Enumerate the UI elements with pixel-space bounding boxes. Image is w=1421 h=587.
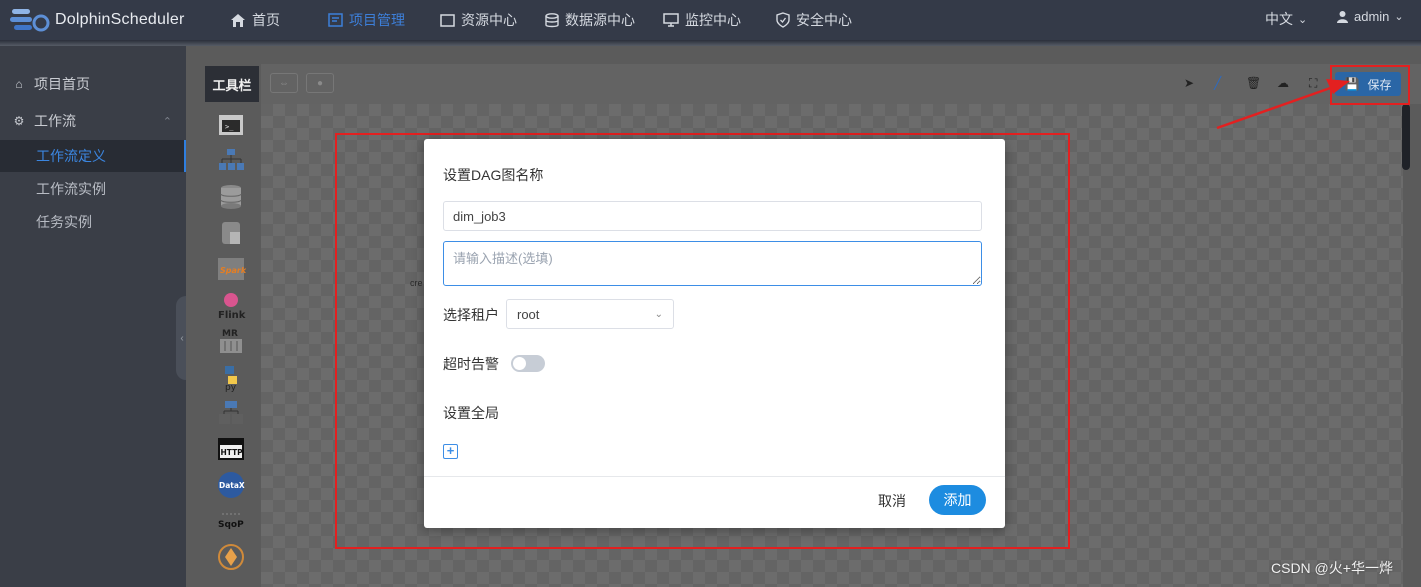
sidebar: ⌂ 项目首页 ⚙ 工作流 ⌃ 工作流定义 工作流实例 任务实例 xyxy=(0,46,186,587)
sidebar-item-task-instance[interactable]: 任务实例 xyxy=(0,206,186,238)
add-button[interactable]: 添加 xyxy=(929,485,986,515)
nav-monitor-center-label: 监控中心 xyxy=(685,12,741,28)
home-icon xyxy=(231,13,245,27)
fullscreen-icon[interactable]: ⛶ xyxy=(1309,76,1317,91)
set-dag-name-dialog: 设置DAG图名称 选择租户 root ⌄ 超时告警 设置全局 + 取消 添加 xyxy=(424,139,1005,528)
global-params-label: 设置全局 xyxy=(443,405,499,421)
timeout-alarm-toggle[interactable] xyxy=(511,355,545,372)
nav-datasource-center-label: 数据源中心 xyxy=(565,12,635,28)
user-menu[interactable]: admin ⌄ xyxy=(1336,9,1404,24)
annotation-box-save xyxy=(1330,65,1410,105)
fold-button[interactable]: ⇔ xyxy=(270,73,298,93)
home-icon: ⌂ xyxy=(15,77,23,91)
add-global-param-icon[interactable]: + xyxy=(443,444,458,459)
sidebar-item-workflow-definition[interactable]: 工作流定义 xyxy=(0,140,186,172)
chevron-down-icon: ⌄ xyxy=(654,308,663,320)
mr-task-label: MR xyxy=(222,329,238,339)
sidebar-item-workflow[interactable]: ⚙ 工作流 ⌃ xyxy=(0,105,186,137)
datax-task-icon[interactable]: DataX xyxy=(216,470,246,500)
cancel-button[interactable]: 取消 xyxy=(878,491,906,511)
nav-resource-center[interactable]: 资源中心 xyxy=(440,10,517,30)
folder-icon xyxy=(440,13,455,27)
monitor-icon xyxy=(663,13,679,27)
toggle-knob xyxy=(513,357,526,370)
sidebar-item-workflow-instance[interactable]: 工作流实例 xyxy=(0,173,186,205)
username: admin xyxy=(1354,9,1390,24)
delete-icon[interactable]: 🗑 xyxy=(1246,76,1261,90)
dependent-task-icon[interactable] xyxy=(216,398,246,428)
tenant-select[interactable]: root ⌄ xyxy=(506,299,674,329)
mr-task-icon[interactable]: MR xyxy=(216,326,246,356)
line-tool-icon[interactable]: ╱ xyxy=(1214,76,1221,90)
description-textarea[interactable] xyxy=(443,241,982,286)
nav-resource-center-label: 资源中心 xyxy=(461,12,517,28)
sub-process-task-icon[interactable] xyxy=(216,146,246,176)
collapse-icon: ⇔ xyxy=(279,77,289,89)
toolbar-label: 工具栏 xyxy=(205,66,259,102)
nav-home-label: 首页 xyxy=(252,12,280,28)
gear-icon: ⚙ xyxy=(13,114,25,128)
sidebar-item-project-home[interactable]: ⌂ 项目首页 xyxy=(0,68,186,100)
shell-task-icon[interactable]: >_ xyxy=(216,110,246,140)
nav-datasource-center[interactable]: 数据源中心 xyxy=(545,10,635,30)
chevron-down-icon: ⌄ xyxy=(1394,11,1404,23)
app-name: DolphinScheduler xyxy=(55,11,185,28)
nav-project-management-label: 项目管理 xyxy=(349,12,405,28)
shield-icon xyxy=(776,12,790,28)
procedure-task-icon[interactable] xyxy=(216,182,246,212)
dag-name-input[interactable] xyxy=(443,201,982,231)
timeout-alarm-label: 超时告警 xyxy=(443,356,499,372)
info-icon: ● xyxy=(316,77,324,89)
nav-monitor-center[interactable]: 监控中心 xyxy=(663,10,741,30)
vertical-scrollbar[interactable] xyxy=(1402,104,1410,170)
svg-text:>_: >_ xyxy=(225,123,234,131)
nav-home[interactable]: 首页 xyxy=(230,10,280,30)
sqoop-task-label: SqoP xyxy=(218,520,244,530)
tenant-label: 选择租户 xyxy=(443,307,499,323)
tenant-select-value: root xyxy=(517,306,540,322)
chevron-up-icon: ⌃ xyxy=(162,116,172,128)
language-selector[interactable]: 中文 ⌄ xyxy=(1265,9,1307,29)
python-task-icon[interactable]: py xyxy=(216,362,246,392)
language-label: 中文 xyxy=(1265,11,1293,27)
top-navigation-bar: DolphinScheduler 首页 项目管理 资源中心 数据源中心 监控中心… xyxy=(0,0,1421,40)
flink-task-label: Flink xyxy=(218,310,246,320)
nav-security-center-label: 安全中心 xyxy=(796,12,852,28)
sqoop-task-icon[interactable]: SqoP xyxy=(216,506,246,536)
dialog-title: 设置DAG图名称 xyxy=(443,167,544,183)
spark-task-icon[interactable]: Spark xyxy=(216,254,246,284)
datax-task-label: DataX xyxy=(219,481,245,490)
dialog-footer-divider xyxy=(424,476,1005,477)
sidebar-item-label: 工作流定义 xyxy=(36,148,106,164)
http-task-icon[interactable]: HTTP xyxy=(216,434,246,464)
python-task-label: py xyxy=(225,383,237,392)
chevron-left-icon: ‹ xyxy=(180,332,184,344)
sidebar-item-label: 工作流实例 xyxy=(36,181,106,197)
sidebar-item-label: 任务实例 xyxy=(36,214,92,230)
download-icon[interactable]: ☁ xyxy=(1277,76,1289,90)
http-task-label: HTTP xyxy=(221,448,244,457)
sql-task-icon[interactable] xyxy=(216,218,246,248)
pointer-icon[interactable]: ➤ xyxy=(1184,76,1194,90)
nav-project-management[interactable]: 项目管理 xyxy=(328,10,405,30)
watermark: CSDN @火+华一烨 xyxy=(1271,560,1393,576)
info-button[interactable]: ● xyxy=(306,73,334,93)
svg-text:Spark: Spark xyxy=(220,266,246,275)
dolphin-logo-icon xyxy=(10,9,50,32)
database-icon xyxy=(545,12,559,27)
project-icon xyxy=(328,13,343,27)
flink-task-icon[interactable]: Flink xyxy=(216,290,246,320)
conditions-task-icon[interactable] xyxy=(216,542,246,572)
sidebar-item-label: 工作流 xyxy=(34,113,76,129)
sidebar-item-label: 项目首页 xyxy=(34,76,90,92)
user-icon xyxy=(1337,11,1348,23)
nav-security-center[interactable]: 安全中心 xyxy=(776,10,852,30)
chevron-down-icon: ⌄ xyxy=(1298,13,1308,26)
